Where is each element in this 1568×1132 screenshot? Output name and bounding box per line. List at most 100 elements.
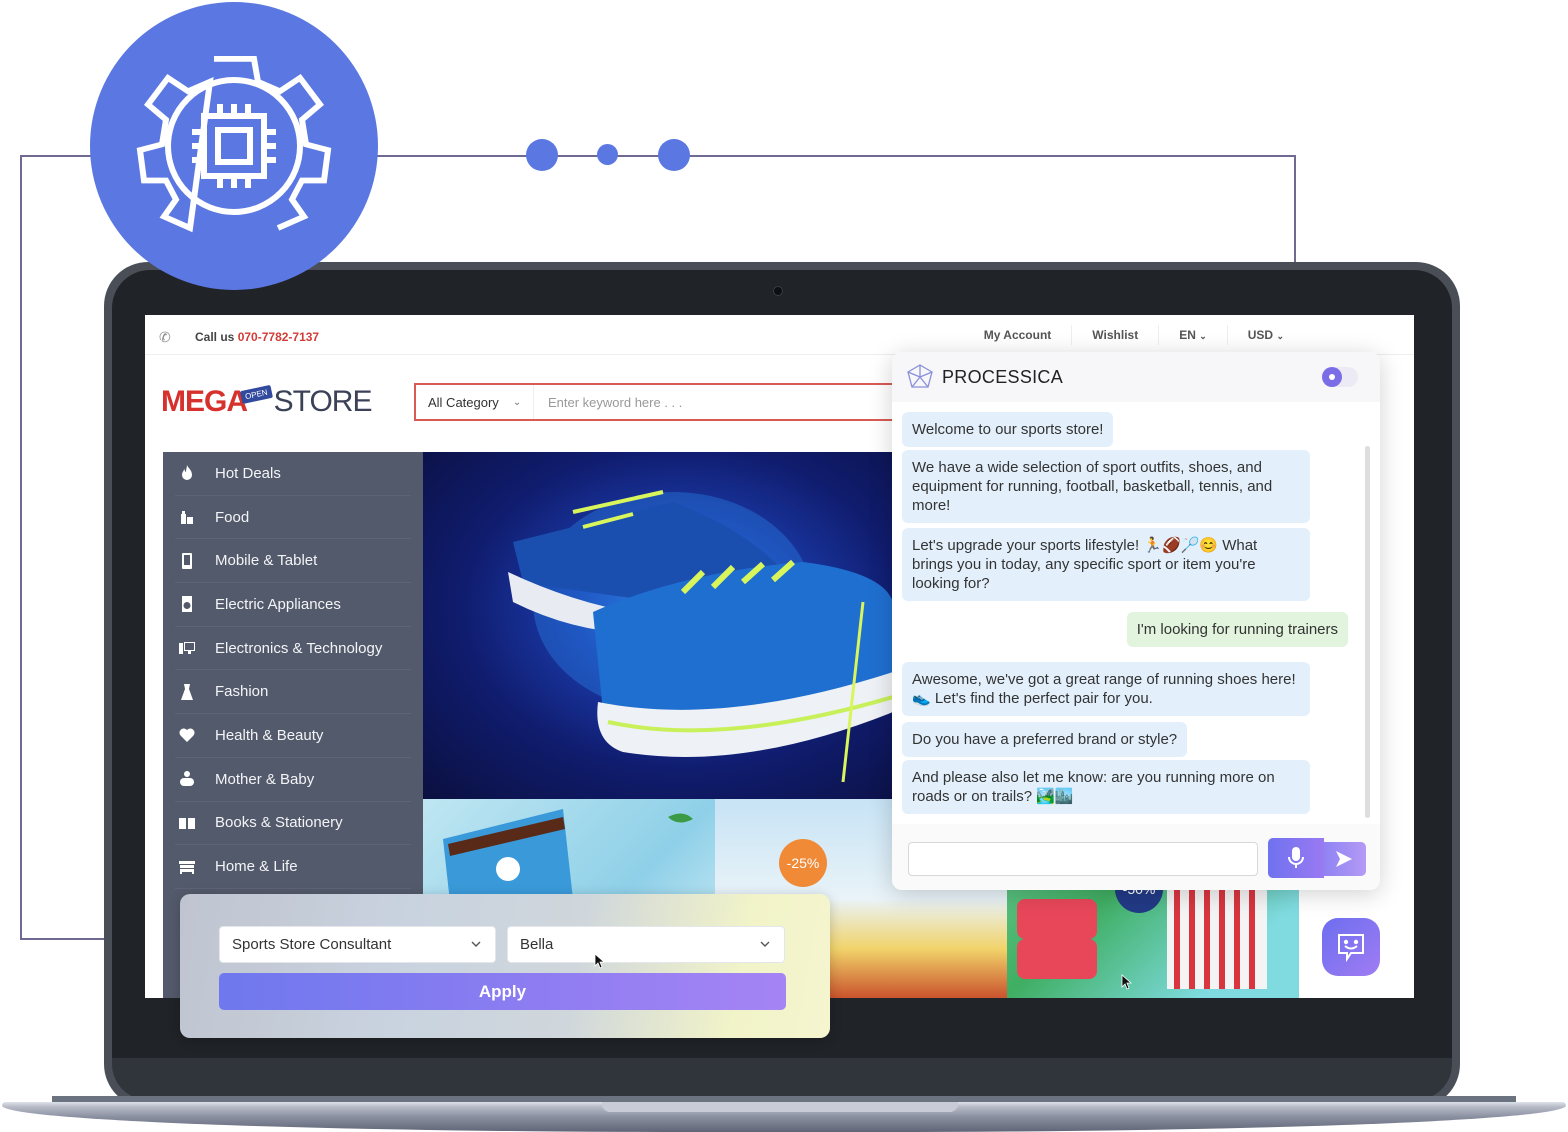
chat-messages: Welcome to our sports store! We have a w…	[902, 408, 1362, 818]
frame-line-top	[370, 155, 1296, 157]
chat-composer	[892, 824, 1380, 890]
chevron-down-icon: ⌄	[1276, 331, 1284, 341]
sidebar-label: Food	[215, 508, 250, 526]
sidebar-item-mobile-tablet[interactable]: Mobile & Tablet	[175, 539, 411, 584]
send-icon	[1336, 851, 1352, 867]
decor-dot-3	[658, 139, 690, 171]
sidebar-item-food[interactable]: Food	[175, 496, 411, 540]
microphone-icon	[1288, 847, 1304, 868]
agent-select[interactable]: Bella	[507, 926, 785, 963]
category-select[interactable]: All Category ⌄	[416, 385, 534, 419]
bot-message: Awesome, we've got a great range of runn…	[902, 662, 1310, 716]
frame-line-bottom-left	[20, 938, 110, 940]
currency-dropdown[interactable]: USD ⌄	[1226, 325, 1304, 345]
my-account-link[interactable]: My Account	[964, 325, 1072, 345]
discount-badge-25: -25%	[779, 839, 827, 887]
sidebar-item-electric-appliances[interactable]: Electric Appliances	[175, 583, 411, 627]
call-us-text: Call us 070-7782-7137	[195, 330, 319, 344]
chat-message-input[interactable]	[908, 842, 1258, 876]
marketing-graphic: ✆ Call us 070-7782-7137 My Account Wishl…	[0, 0, 1568, 1132]
open-chat-button[interactable]	[1322, 918, 1380, 976]
sidebar-label: Hot Deals	[215, 464, 281, 482]
chevron-down-icon: ⌄	[1199, 331, 1207, 341]
chevron-down-icon	[471, 941, 481, 947]
sidebar-label: Electric Appliances	[215, 595, 341, 613]
call-label: Call us	[195, 330, 235, 344]
toggle-knob	[1322, 367, 1342, 387]
sidebar-item-electronics-technology[interactable]: Electronics & Technology	[175, 627, 411, 671]
laptop-notch	[602, 1102, 958, 1112]
category-value: All Category	[428, 394, 499, 410]
agent-value: Bella	[520, 936, 554, 953]
persona-value: Sports Store Consultant	[232, 936, 392, 953]
furniture-icon	[175, 859, 215, 875]
sidebar-item-books-stationery[interactable]: Books & Stationery	[175, 802, 411, 846]
flame-icon	[175, 465, 215, 481]
sidebar-item-health-beauty[interactable]: Health & Beauty	[175, 714, 411, 758]
decor-dot-1	[526, 139, 558, 171]
chat-toggle-switch[interactable]	[1322, 367, 1358, 387]
desktop-icon	[175, 640, 215, 656]
sidebar-label: Mobile & Tablet	[215, 552, 318, 570]
sidebar-label: Mother & Baby	[215, 770, 315, 788]
food-icon	[175, 509, 215, 525]
frame-line-left	[20, 155, 22, 940]
gear-chip-badge	[90, 2, 378, 290]
frame-line-top-left	[20, 155, 100, 157]
heart-pulse-icon	[175, 727, 215, 743]
sidebar-label: Books & Stationery	[215, 814, 343, 832]
logo-mega-text: MEGA	[161, 385, 248, 418]
sidebar-label: Health & Beauty	[215, 726, 324, 744]
mouse-cursor-icon	[594, 953, 606, 969]
language-dropdown[interactable]: EN ⌄	[1158, 325, 1227, 345]
decor-dot-2	[597, 144, 618, 165]
voice-input-button[interactable]	[1268, 838, 1324, 878]
assistant-config-panel: Sports Store Consultant Bella Apply	[180, 894, 830, 1038]
bot-message: And please also let me know: are you run…	[902, 760, 1310, 814]
camera-icon	[773, 286, 783, 296]
bot-message: We have a wide selection of sport outfit…	[902, 450, 1310, 523]
language-value: EN	[1179, 328, 1196, 342]
send-message-button[interactable]	[1322, 842, 1366, 876]
megastore-logo[interactable]: MEGA OPEN STORE	[161, 379, 373, 419]
processica-logo-icon	[907, 364, 933, 388]
apply-button[interactable]: Apply	[219, 973, 786, 1010]
sidebar-label: Home & Life	[215, 858, 298, 876]
sidebar-label: Electronics & Technology	[215, 639, 383, 657]
store-topbar: ✆ Call us 070-7782-7137 My Account Wishl…	[145, 315, 1414, 355]
bot-message: Welcome to our sports store!	[902, 412, 1114, 447]
running-shoes-image	[508, 490, 893, 783]
sidebar-item-mother-baby[interactable]: Mother & Baby	[175, 758, 411, 802]
hero-banner-running-shoes[interactable]	[423, 452, 893, 799]
phone-icon: ✆	[159, 329, 171, 345]
user-message: I'm looking for running trainers	[1126, 612, 1348, 647]
sidebar-label: Fashion	[215, 683, 269, 701]
mouse-cursor-icon	[1121, 974, 1133, 990]
sidebar-item-fashion[interactable]: Fashion	[175, 670, 411, 715]
chat-scrollbar[interactable]	[1365, 446, 1370, 818]
laptop-chin	[112, 1058, 1452, 1100]
gear-chip-icon	[136, 56, 332, 233]
baby-icon	[175, 771, 215, 787]
dress-icon	[175, 683, 215, 700]
frame-line-right	[1294, 155, 1296, 265]
bot-message: Do you have a preferred brand or style?	[902, 722, 1188, 757]
chat-smiley-icon	[1338, 934, 1364, 963]
mobile-icon	[175, 552, 215, 569]
chat-title: PROCESSICA	[942, 366, 1064, 387]
top-links: My Account Wishlist EN ⌄ USD ⌄	[964, 315, 1304, 355]
washer-icon	[175, 596, 215, 613]
logo-store-text: STORE	[273, 385, 373, 418]
chat-widget: PROCESSICA Welcome to our sports store! …	[892, 352, 1380, 890]
phone-number-link[interactable]: 070-7782-7137	[238, 330, 319, 344]
wishlist-link[interactable]: Wishlist	[1071, 325, 1158, 345]
currency-value: USD	[1247, 328, 1274, 342]
persona-select[interactable]: Sports Store Consultant	[219, 926, 496, 963]
sidebar-item-hot-deals[interactable]: Hot Deals	[175, 452, 411, 496]
chat-header: PROCESSICA	[892, 352, 1380, 402]
book-icon	[175, 815, 215, 831]
chat-scrollbar-thumb[interactable]	[1365, 446, 1370, 818]
chevron-down-icon	[760, 941, 770, 947]
chevron-down-icon: ⌄	[512, 396, 522, 408]
sidebar-item-home-life[interactable]: Home & Life	[175, 845, 411, 889]
